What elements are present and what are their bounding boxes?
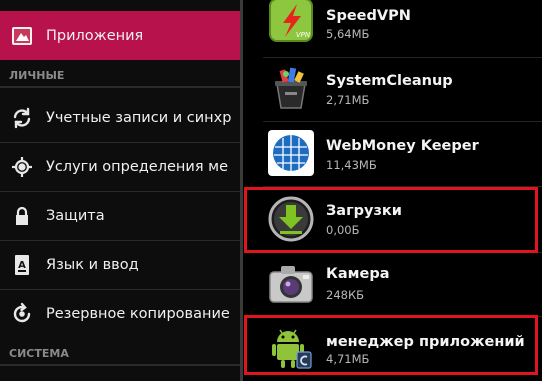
app-row-webmoney-keeper[interactable]: WebMoney Keeper 11,43МБ [243, 122, 542, 184]
app-size: 11,43МБ [326, 158, 377, 172]
section-header-personal: ЛИЧНЫЕ [0, 64, 240, 88]
sync-icon [8, 104, 36, 132]
app-size: 0,00Б [326, 223, 360, 237]
lock-icon [8, 202, 36, 230]
camera-icon [267, 260, 315, 308]
app-row-downloads[interactable]: Загрузки 0,00Б [243, 189, 542, 251]
app-size: 5,64МБ [326, 27, 370, 41]
app-row-camera[interactable]: Камера 248КБ [243, 253, 542, 315]
apps-icon [8, 22, 36, 50]
section-header-system: СИСТЕМА [0, 342, 240, 366]
svg-text:A: A [18, 260, 26, 271]
app-name: Камера [326, 266, 390, 282]
app-name: менеджер приложений [326, 334, 525, 350]
settings-item-backup[interactable]: Резервное копирование [0, 289, 240, 338]
settings-item-label: Защита [46, 207, 105, 224]
app-size: 248КБ [326, 288, 365, 302]
divider [263, 186, 542, 187]
settings-item-security[interactable]: Защита [0, 191, 240, 240]
app-size: 4,71МБ [326, 352, 370, 366]
app-row-app-manager[interactable]: менеджер приложений 4,71МБ [243, 318, 542, 380]
keyboard-language-icon: A [8, 251, 36, 279]
android-app-manager-icon [267, 324, 315, 372]
settings-item-apps[interactable]: Приложения [0, 11, 240, 60]
apps-list: VPN SpeedVPN 5,64МБ SystemCleanup 2,71МБ [243, 0, 542, 381]
settings-item-label: Учетные записи и синхр [46, 109, 232, 126]
app-name: WebMoney Keeper [326, 138, 479, 154]
settings-list: Приложения ЛИЧНЫЕ Учетные записи и синхр… [0, 0, 240, 381]
app-row-systemcleanup[interactable]: SystemCleanup 2,71МБ [243, 58, 542, 120]
downloads-icon [267, 195, 315, 243]
app-name: Загрузки [326, 203, 402, 219]
location-icon [8, 153, 36, 181]
app-row-speedvpn[interactable]: VPN SpeedVPN 5,64МБ [243, 0, 542, 56]
settings-item-label: Язык и ввод [46, 256, 139, 273]
settings-item-language-input[interactable]: A Язык и ввод [0, 240, 240, 289]
app-name: SpeedVPN [326, 8, 411, 24]
app-size: 2,71МБ [326, 93, 370, 107]
speedvpn-icon: VPN [267, 0, 315, 44]
webmoney-icon [267, 129, 315, 177]
settings-item-location[interactable]: Услуги определения ме [0, 142, 240, 191]
svg-text:VPN: VPN [296, 31, 311, 39]
divider [263, 316, 542, 317]
backup-icon [8, 300, 36, 328]
app-name: SystemCleanup [326, 73, 453, 89]
systemcleanup-icon [267, 64, 315, 112]
settings-item-label: Приложения [46, 27, 144, 44]
settings-item-accounts-sync[interactable]: Учетные записи и синхр [0, 93, 240, 142]
settings-item-label: Услуги определения ме [46, 158, 229, 175]
settings-item-label: Резервное копирование [46, 305, 230, 322]
